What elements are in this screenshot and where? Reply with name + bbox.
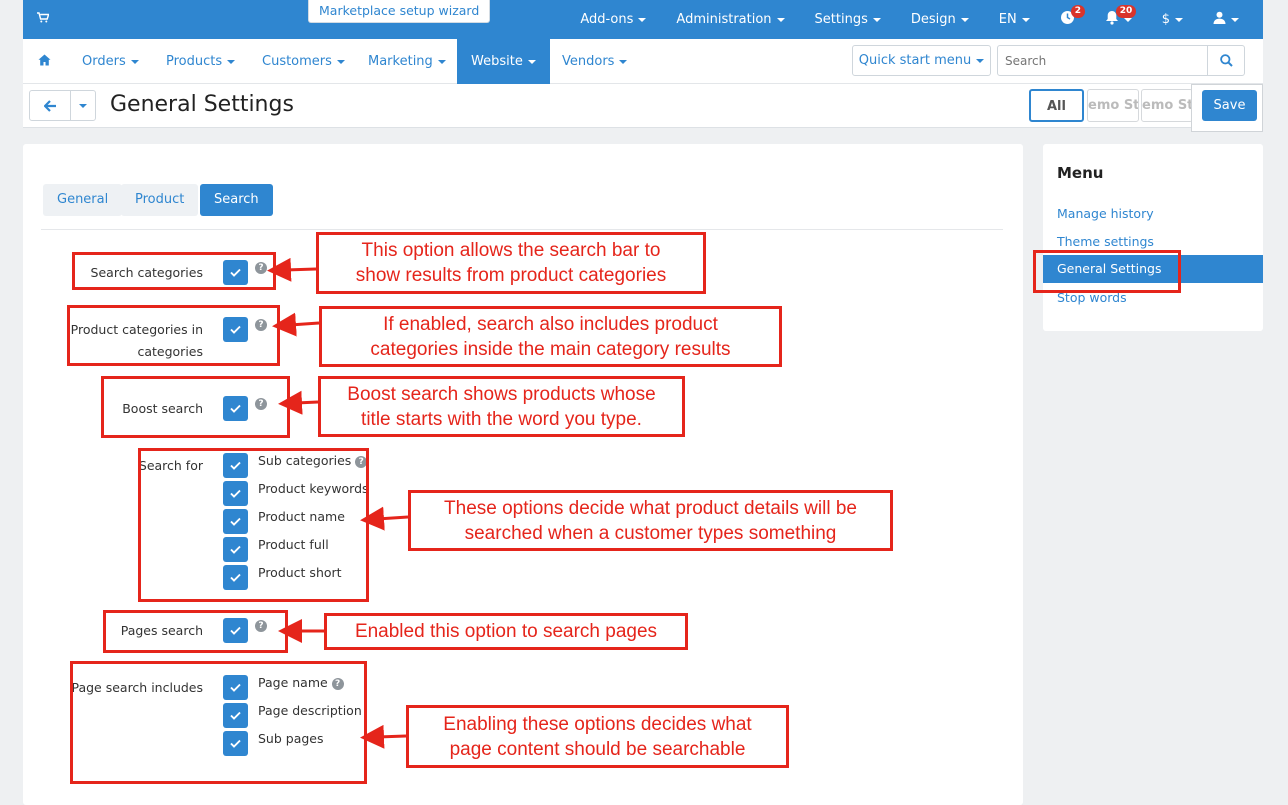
- arrow-icon: [360, 506, 409, 531]
- arrow-icon: [278, 390, 319, 415]
- arrow-icon: [360, 724, 407, 749]
- arrow-icon: [267, 257, 317, 282]
- arrow-icon: [272, 312, 320, 337]
- annotation-arrows: [267, 257, 409, 749]
